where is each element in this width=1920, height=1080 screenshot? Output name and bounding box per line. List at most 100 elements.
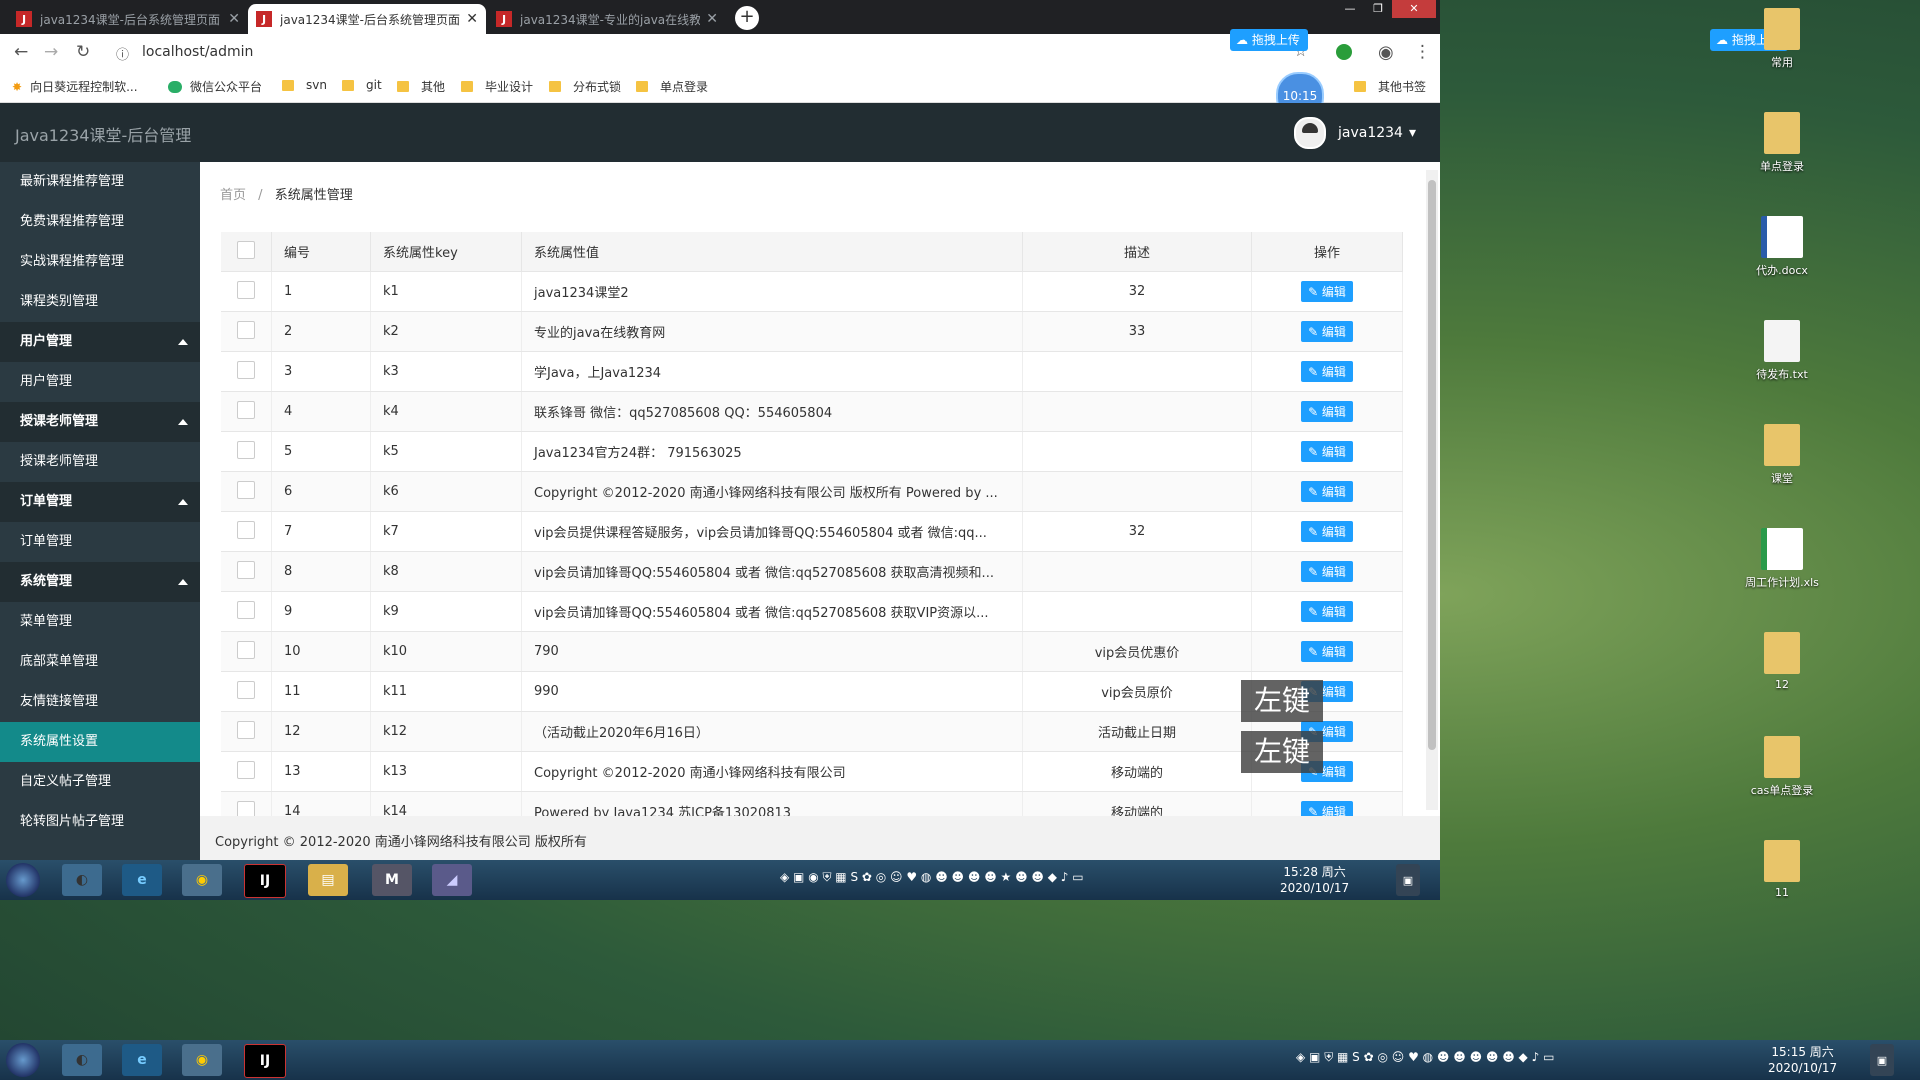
app-icon[interactable]: ◢ <box>432 864 472 896</box>
desktop-icon-common[interactable]: 常用 <box>1742 8 1822 70</box>
close-tab-icon[interactable]: ✕ <box>466 11 478 27</box>
bookmark-other[interactable]: 其他 <box>397 78 445 95</box>
table-row[interactable]: 14 k14 Powered by Java1234 苏ICP备13020813 移动… <box>221 791 1403 816</box>
system-tray-icons[interactable]: ◈ ▣ ⛨ ▦ S ✿ ◎ ☺ ♥ ◍ ☻ ☻ ☻ ☻ ☻ ◆ ♪ ▭ <box>1296 1050 1554 1065</box>
row-checkbox[interactable] <box>237 560 255 579</box>
sidebar-item[interactable]: 实战课程推荐管理 <box>0 242 200 282</box>
desktop-icon-12[interactable]: 12 <box>1742 632 1822 691</box>
edit-button[interactable]: ✎ 编辑 <box>1301 521 1353 542</box>
table-row[interactable]: 1 k1 java1234课堂2 32 ✎ 编辑 <box>221 271 1403 312</box>
table-row[interactable]: 11 k11 990 vip会员原价 ✎ 编辑 <box>221 671 1403 712</box>
back-icon[interactable]: ← <box>14 42 28 62</box>
row-checkbox[interactable] <box>237 600 255 619</box>
sidebar-item[interactable]: 课程类别管理 <box>0 282 200 322</box>
table-row[interactable]: 6 k6 Copyright ©2012-2020 南通小锋网络科技有限公司 版权所… <box>221 471 1403 512</box>
table-row[interactable]: 9 k9 vip会员请加锋哥QQ:554605804 或者 微信:qq5270856… <box>221 591 1403 632</box>
upload-widget[interactable]: ☁ 拖拽上传 <box>1230 29 1308 51</box>
table-row[interactable]: 13 k13 Copyright ©2012-2020 南通小锋网络科技有限公司 移动… <box>221 751 1403 792</box>
edge-icon[interactable]: e <box>122 1044 162 1076</box>
system-tray-icons[interactable]: ◈ ▣ ◉ ⛨ ▦ S ✿ ◎ ☺ ♥ ◍ ☻ ☻ ☻ ☻ ★ ☻ ☻ ◆ ♪ … <box>780 870 1084 885</box>
scrollbar-thumb[interactable] <box>1428 180 1436 750</box>
row-checkbox[interactable] <box>237 280 255 299</box>
sidebar-item-system-props[interactable]: 系统属性设置 <box>0 722 200 762</box>
content-scrollbar[interactable] <box>1426 170 1438 810</box>
edit-button[interactable]: ✎ 编辑 <box>1301 441 1353 462</box>
row-checkbox[interactable] <box>237 480 255 499</box>
user-menu[interactable]: java1234 ▾ <box>1294 117 1416 149</box>
row-checkbox[interactable] <box>237 360 255 379</box>
minimize-icon[interactable]: — <box>1336 0 1364 18</box>
breadcrumb-home[interactable]: 首页 <box>220 188 246 203</box>
bookmark-sunlogin[interactable]: ✸ 向日葵远程控制软... <box>12 78 138 95</box>
sidebar-group-users[interactable]: 用户管理 <box>0 322 200 362</box>
row-checkbox[interactable] <box>237 440 255 459</box>
sidebar-item[interactable]: 订单管理 <box>0 522 200 562</box>
notification-icon[interactable]: ▣ <box>1396 864 1420 896</box>
start-button[interactable] <box>6 863 40 897</box>
bookmark-sso[interactable]: 单点登录 <box>636 78 708 95</box>
sidebar-item[interactable]: 菜单管理 <box>0 602 200 642</box>
close-tab-icon[interactable]: ✕ <box>228 11 240 27</box>
row-checkbox[interactable] <box>237 320 255 339</box>
row-checkbox[interactable] <box>237 520 255 539</box>
intellij-icon[interactable]: IJ <box>244 864 286 898</box>
edit-button[interactable]: ✎ 编辑 <box>1301 401 1353 422</box>
desktop-icon-docx[interactable]: 代办.docx <box>1742 216 1822 278</box>
edit-button[interactable]: ✎ 编辑 <box>1301 481 1353 502</box>
explorer-icon[interactable]: ▤ <box>308 864 348 896</box>
sidebar-item[interactable]: 免费课程推荐管理 <box>0 202 200 242</box>
chrome-icon[interactable]: ◉ <box>182 1044 222 1076</box>
info-icon[interactable]: ⓘ <box>116 44 129 63</box>
qq-icon[interactable]: ◐ <box>62 1044 102 1076</box>
chrome-icon[interactable]: ◉ <box>182 864 222 896</box>
edit-button[interactable]: ✎ 编辑 <box>1301 641 1353 662</box>
bookmark-git[interactable]: git <box>342 78 382 92</box>
table-row[interactable]: 5 k5 Java1234官方24群： 791563025 ✎ 编辑 <box>221 431 1403 472</box>
row-checkbox[interactable] <box>237 400 255 419</box>
table-row[interactable]: 8 k8 vip会员请加锋哥QQ:554605804 或者 微信:qq5270856… <box>221 551 1403 592</box>
intellij-icon[interactable]: IJ <box>244 1044 286 1078</box>
profile-icon[interactable]: ◉ <box>1378 42 1394 63</box>
sidebar-item[interactable]: 最新课程推荐管理 <box>0 162 200 202</box>
browser-tab-1[interactable]: J java1234课堂-后台系统管理页面 ✕ <box>8 4 248 34</box>
sidebar-item[interactable]: 授课老师管理 <box>0 442 200 482</box>
table-row[interactable]: 7 k7 vip会员提供课程答疑服务，vip会员请加锋哥QQ:554605804 或… <box>221 511 1403 552</box>
sidebar-group-orders[interactable]: 订单管理 <box>0 482 200 522</box>
browser-tab-3[interactable]: J java1234课堂-专业的java在线教育 ✕ <box>488 4 726 34</box>
forward-icon[interactable]: → <box>44 42 58 62</box>
desktop-icon-course[interactable]: 课堂 <box>1742 424 1822 486</box>
mark-icon[interactable]: M <box>372 864 412 896</box>
table-row[interactable]: 3 k3 学Java，上Java1234 ✎ 编辑 <box>221 351 1403 392</box>
row-checkbox[interactable] <box>237 720 255 739</box>
desktop-icon-xls[interactable]: 周工作计划.xls <box>1742 528 1822 590</box>
row-checkbox[interactable] <box>237 800 255 816</box>
qq-icon[interactable]: ◐ <box>62 864 102 896</box>
maximize-icon[interactable]: ❐ <box>1364 0 1392 18</box>
table-row[interactable]: 4 k4 联系锋哥 微信：qq527085608 QQ：554605804 ✎ 编辑 <box>221 391 1403 432</box>
desktop-icon-cas[interactable]: cas单点登录 <box>1742 736 1822 798</box>
sidebar-item[interactable]: 底部菜单管理 <box>0 642 200 682</box>
edit-button[interactable]: ✎ 编辑 <box>1301 601 1353 622</box>
extension-icon[interactable] <box>1336 44 1352 60</box>
taskbar-clock[interactable]: 15:15 周六 2020/10/17 <box>1768 1044 1837 1076</box>
sidebar-item[interactable]: 用户管理 <box>0 362 200 402</box>
desktop-icon-txt[interactable]: 待发布.txt <box>1742 320 1822 382</box>
browser-tab-2[interactable]: J java1234课堂-后台系统管理页面 ✕ <box>248 4 486 34</box>
new-tab-button[interactable]: + <box>735 6 759 30</box>
close-tab-icon[interactable]: ✕ <box>706 11 718 27</box>
sidebar-group-teachers[interactable]: 授课老师管理 <box>0 402 200 442</box>
edit-button[interactable]: ✎ 编辑 <box>1301 561 1353 582</box>
edge-icon[interactable]: e <box>122 864 162 896</box>
edit-button[interactable]: ✎ 编辑 <box>1301 801 1353 816</box>
bookmark-graduation[interactable]: 毕业设计 <box>461 78 533 95</box>
select-all-checkbox[interactable] <box>237 240 255 259</box>
bookmark-wechat[interactable]: 微信公众平台 <box>168 78 262 95</box>
close-window-icon[interactable]: ✕ <box>1392 0 1436 18</box>
edit-button[interactable]: ✎ 编辑 <box>1301 321 1353 342</box>
reload-icon[interactable]: ↻ <box>76 42 90 62</box>
bookmark-svn[interactable]: svn <box>282 78 327 92</box>
start-button[interactable] <box>6 1043 40 1077</box>
edit-button[interactable]: ✎ 编辑 <box>1301 361 1353 382</box>
bookmark-distlock[interactable]: 分布式锁 <box>549 78 621 95</box>
row-checkbox[interactable] <box>237 640 255 659</box>
